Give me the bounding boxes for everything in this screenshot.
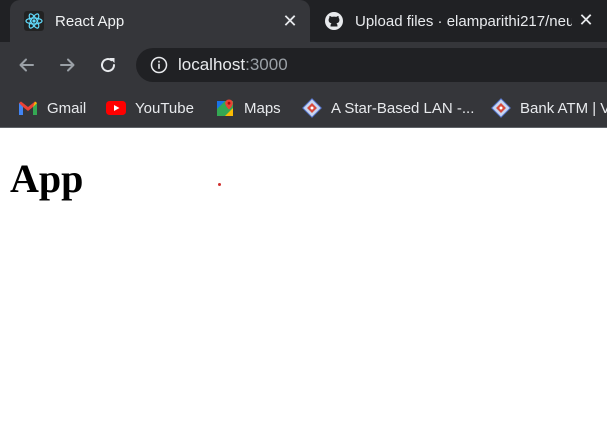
bookmark-gmail[interactable]: Gmail bbox=[18, 96, 86, 120]
bookmark-label: YouTube bbox=[135, 99, 194, 117]
youtube-icon bbox=[106, 98, 126, 118]
forward-arrow-icon[interactable] bbox=[55, 53, 79, 77]
lan-site-icon bbox=[302, 98, 322, 118]
bookmark-maps[interactable]: Maps bbox=[215, 96, 281, 120]
close-tab-icon[interactable]: ✕ bbox=[572, 11, 600, 29]
github-logo-icon bbox=[324, 11, 344, 31]
gmail-icon bbox=[18, 98, 38, 118]
tab-react-app[interactable]: React App ✕ bbox=[10, 0, 310, 42]
bookmark-youtube[interactable]: YouTube bbox=[106, 96, 194, 120]
react-logo-icon bbox=[24, 11, 44, 31]
reload-icon[interactable] bbox=[96, 53, 120, 77]
maps-icon bbox=[215, 98, 235, 118]
url-host: localhost bbox=[178, 55, 246, 74]
site-info-icon[interactable] bbox=[150, 56, 168, 74]
bank-site-icon bbox=[491, 98, 511, 118]
address-url: localhost:3000 bbox=[178, 55, 288, 75]
bookmark-bank-atm[interactable]: Bank ATM | V bbox=[491, 96, 607, 120]
tab-upload-files[interactable]: Upload files · elamparithi217/neu ✕ bbox=[312, 0, 607, 42]
page-heading: App bbox=[10, 156, 84, 201]
address-bar[interactable]: localhost:3000 bbox=[136, 48, 607, 82]
tab-title: Upload files · elamparithi217/neu bbox=[355, 12, 575, 30]
bookmark-label: Bank ATM | V bbox=[520, 99, 607, 117]
bookmark-star-based-lan[interactable]: A Star-Based LAN -... bbox=[302, 96, 474, 120]
bookmark-label: A Star-Based LAN -... bbox=[331, 99, 475, 117]
bookmark-label: Gmail bbox=[47, 99, 87, 117]
browser-toolbar: localhost:3000 bbox=[0, 42, 607, 88]
red-dot bbox=[218, 183, 221, 186]
tab-title: React App bbox=[55, 12, 125, 30]
tab-strip: React App ✕ Upload files · elamparithi21… bbox=[0, 0, 607, 42]
back-arrow-icon[interactable] bbox=[15, 53, 39, 77]
bookmark-label: Maps bbox=[244, 99, 281, 117]
page-content: App bbox=[0, 128, 607, 427]
url-port: :3000 bbox=[245, 55, 288, 74]
bookmarks-bar: Gmail YouTube Maps A Star-Based LAN -...… bbox=[0, 88, 607, 128]
close-tab-icon[interactable]: ✕ bbox=[276, 12, 304, 30]
